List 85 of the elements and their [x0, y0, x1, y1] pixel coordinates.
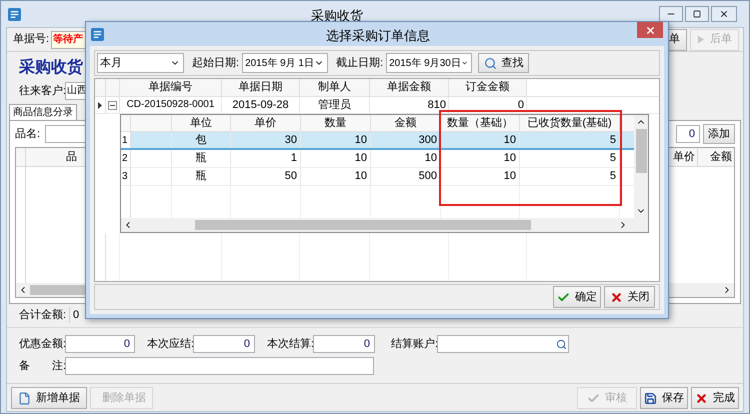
search-button[interactable]: 查找 [478, 53, 530, 73]
table-cell: 300 [371, 132, 441, 148]
document-icon [18, 392, 31, 404]
field-label: 本次结算: [267, 336, 313, 352]
column-header: 数量 [301, 115, 371, 131]
table-cell: 10 [301, 150, 371, 167]
amount-field[interactable]: 0 [313, 335, 375, 353]
amount-field[interactable]: 0 [65, 335, 135, 353]
table-cell: 包 [172, 132, 231, 148]
period-dropdown[interactable]: 本月 [97, 53, 184, 73]
row-number: 1 [121, 132, 131, 148]
vertical-scrollbar[interactable] [634, 115, 648, 218]
field-label: 单据号: [13, 32, 50, 48]
field-label: 品名: [15, 126, 42, 142]
table-cell: 810 [370, 97, 449, 113]
right-arrow-icon [697, 34, 705, 45]
table-cell: 10 [371, 150, 441, 167]
table-cell: 50 [231, 168, 301, 185]
column-header: 单价 [231, 115, 301, 131]
table-cell: 10 [301, 132, 371, 148]
table-cell: 30 [231, 132, 301, 148]
amount-field[interactable]: 0 [193, 335, 255, 353]
tab[interactable]: 商品信息分录 [9, 104, 77, 120]
app-icon [8, 8, 21, 20]
table-cell: CD-20150928-0001 [120, 97, 222, 113]
collapse-icon[interactable] [108, 100, 117, 110]
table-cell: 1 [231, 150, 301, 167]
table-cell: 管理员 [300, 97, 370, 113]
close-button[interactable] [711, 6, 737, 22]
close-icon [719, 9, 729, 19]
column-header: 单据日期 [222, 79, 300, 96]
close-icon [610, 290, 622, 304]
table-cell: 瓶 [172, 150, 231, 167]
app-icon [91, 28, 104, 40]
check-icon [587, 392, 600, 404]
column-header: 金额 [371, 115, 441, 131]
table-cell: 2015-09-28 [222, 97, 300, 113]
maximize-button[interactable] [685, 6, 709, 22]
confirm-button[interactable]: 确定 [553, 286, 601, 308]
field-label: 截止日期: [336, 56, 384, 71]
row-number: 2 [121, 150, 131, 167]
close-button[interactable] [637, 22, 663, 38]
close-icon [644, 24, 656, 36]
end-date-picker[interactable]: 2015年 9月30日 [386, 53, 472, 73]
field-label: 往来客户: [19, 84, 65, 99]
search-icon[interactable] [556, 338, 567, 350]
close-icon [695, 392, 708, 404]
column-header: 单据编号 [120, 79, 222, 96]
account-field[interactable] [437, 335, 569, 353]
column-header: 品 [65, 150, 78, 165]
column-header: 单据金额 [370, 79, 449, 96]
scroll-thumb[interactable] [195, 220, 531, 230]
new-document-button[interactable]: 新增单据 [11, 387, 87, 409]
column-header: 单位 [172, 115, 231, 131]
save-button[interactable]: 保存 [640, 387, 688, 409]
add-button[interactable]: 添加 [703, 124, 735, 144]
field-label: 备 注: [19, 358, 65, 374]
field-label: 结算账户: [391, 336, 437, 352]
table-row[interactable]: 2 瓶 1 10 10 10 5 [121, 150, 634, 168]
field-label: 优惠金额: [19, 336, 65, 352]
close-button[interactable]: 关闭 [604, 286, 655, 308]
page-heading: 采购收货 [19, 57, 83, 78]
search-icon [484, 56, 497, 70]
field-label: 起始日期: [192, 56, 240, 71]
table-row[interactable]: 1 包 30 10 300 10 5 [121, 132, 634, 150]
start-date-picker[interactable]: 2015年 9月 1日 [242, 53, 328, 73]
close-button[interactable]: 完成 [691, 387, 739, 409]
field-label: 本次应结: [147, 336, 193, 352]
column-header: 订金金额 [449, 79, 527, 96]
field-label: 合计金额: [19, 308, 68, 323]
table-cell: 10 [301, 168, 371, 185]
table-cell: 0 [449, 97, 527, 113]
table-cell: 500 [371, 168, 441, 185]
check-icon [557, 290, 570, 304]
dialog-title: 选择采购订单信息 [326, 27, 430, 45]
remark-field[interactable] [65, 357, 374, 375]
column-header: 金额 [697, 148, 734, 166]
scroll-thumb[interactable] [636, 129, 646, 173]
horizontal-scrollbar[interactable] [121, 218, 648, 232]
column-header: 制单人 [300, 79, 370, 96]
amount-field[interactable]: 0 [676, 125, 700, 143]
table-row[interactable]: 3 瓶 50 10 500 10 5 [121, 168, 634, 186]
maximize-icon [693, 10, 701, 18]
row-number: 3 [121, 168, 131, 185]
table-cell: 瓶 [172, 168, 231, 185]
